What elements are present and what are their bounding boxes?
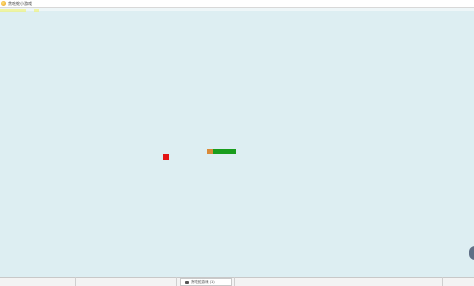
taskbar-game-button[interactable]: 贪吃蛇游戏 (1) <box>180 278 232 286</box>
taskbar-separator <box>75 277 76 286</box>
food-pellet <box>163 154 169 160</box>
snake-body <box>213 149 236 154</box>
taskbar-separator <box>176 277 177 286</box>
taskbar <box>0 277 474 286</box>
game-canvas[interactable] <box>0 11 474 277</box>
app-icon <box>1 1 6 6</box>
window-icon <box>185 281 189 284</box>
title-bar: 贪吃蛇小游戏 <box>0 0 474 8</box>
taskbar-separator <box>442 277 443 286</box>
window-title: 贪吃蛇小游戏 <box>8 1 32 6</box>
floating-side-widget[interactable] <box>469 246 474 260</box>
taskbar-separator <box>234 277 235 286</box>
taskbar-game-label: 贪吃蛇游戏 (1) <box>191 280 215 284</box>
game-window: 贪吃蛇小游戏 <box>0 0 474 277</box>
